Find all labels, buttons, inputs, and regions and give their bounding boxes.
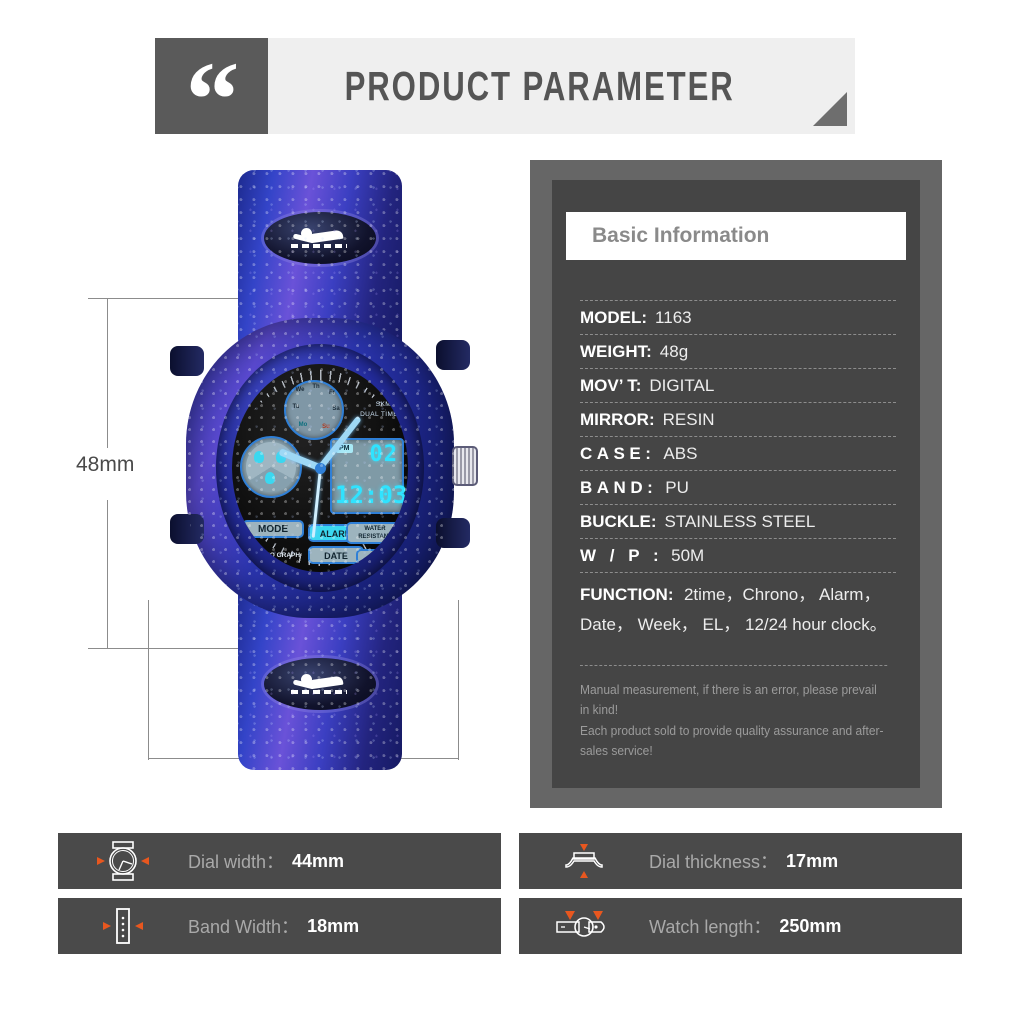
spec-key: FUNCTION: — [580, 585, 674, 604]
disclaimer: Manual measurement, if there is an error… — [580, 664, 888, 763]
watch-dial-thickness-icon — [519, 840, 649, 882]
watch-length-icon — [519, 905, 649, 947]
watch-button-right-bottom — [436, 518, 470, 548]
product-photo-area: 48mm 44mm — [60, 160, 520, 820]
quote-icon: “ — [185, 40, 240, 160]
spec-value-continued: Date， Week， EL， 12/24 hour clock。 — [580, 615, 887, 634]
card-value: 250mm — [779, 915, 842, 936]
page-header: “ PRODUCT PARAMETER — [155, 38, 855, 160]
dial-date-chip: DATE — [308, 546, 364, 564]
lcd-display: PM 02 12:03 — [330, 438, 408, 514]
watch-bezel: SKMEI DUALTIME SKMEI DUAL TIME We Th Fr … — [216, 344, 424, 592]
watch-case: SKMEI DUALTIME SKMEI DUAL TIME We Th Fr … — [170, 318, 478, 618]
spec-row-band: BAND: PU — [580, 470, 896, 504]
watch-dial: SKMEI DUALTIME SKMEI DUAL TIME We Th Fr … — [232, 364, 408, 572]
hand-center-cap — [314, 462, 326, 474]
watch-button-right-top — [436, 340, 470, 370]
dial-tick-marks — [238, 370, 402, 566]
dial-water-resistant-chip: WATER RESISTANT — [346, 521, 404, 544]
left-subdial — [240, 436, 302, 498]
spec-key: MODEL: — [580, 308, 648, 327]
dial-chrono-label: CHRONO GRAPH — [245, 552, 301, 560]
watch-button-left-bottom — [170, 514, 204, 544]
spec-key: BUCKLE: — [580, 512, 657, 531]
quote-mark-box: “ — [155, 38, 268, 160]
disclaimer-line-2: Each product sold to provide quality ass… — [580, 723, 884, 759]
card-band-width: Band Width： 18mm — [58, 898, 501, 954]
feature-card-row-2: Band Width： 18mm Watch length： 250mm — [58, 898, 963, 954]
spec-value: STAINLESS STEEL — [664, 512, 816, 531]
specification-panel-inner: Basic Information MODEL: 1163 WEIGHT: 48… — [552, 180, 920, 788]
spec-value: DIGITAL — [649, 376, 715, 395]
spec-key: MOV’ T: — [580, 376, 642, 395]
spec-key: MIRROR: — [580, 410, 655, 429]
spec-row-movement: MOV’ T: DIGITAL — [580, 368, 896, 402]
spec-key: CASE: — [580, 444, 656, 463]
minute-hand — [317, 415, 362, 470]
spec-row-buckle: BUCKLE: STAINLESS STEEL — [580, 504, 896, 538]
watch-product-image: SKMEI DUALTIME SKMEI DUAL TIME We Th Fr … — [170, 170, 478, 770]
dial-brand-sublabel: DUALTIME — [296, 418, 344, 425]
card-label: Dial width： — [188, 852, 285, 872]
card-label: Band Width： — [188, 917, 300, 937]
card-value: 44mm — [292, 850, 345, 871]
dial-water-depth-chip: 50 — [356, 549, 396, 564]
swimmer-icon-bottom — [291, 671, 349, 697]
dial-mode-chip: MODE — [242, 520, 304, 538]
specification-heading-bar: Basic Information — [566, 212, 906, 260]
specification-rows: MODEL: 1163 WEIGHT: 48g MOV’ T: DIGITAL … — [580, 300, 896, 641]
card-value: 17mm — [786, 850, 839, 871]
card-watch-length: Watch length： 250mm — [519, 898, 962, 954]
spec-row-case: CASE: ABS — [580, 436, 896, 470]
lcd-hour-value: 02 — [369, 442, 398, 467]
spec-value: 48g — [659, 342, 689, 361]
specification-panel: Basic Information MODEL: 1163 WEIGHT: 48… — [530, 160, 942, 808]
card-dial-thickness: Dial thickness： 17mm — [519, 833, 962, 889]
specification-heading: Basic Information — [592, 224, 770, 247]
dim-v-line-lower — [107, 500, 108, 648]
spec-key: WEIGHT: — [580, 342, 652, 361]
header-banner: PRODUCT PARAMETER — [268, 38, 855, 134]
lcd-pm-indicator: PM — [336, 444, 353, 453]
spec-value: RESIN — [662, 410, 715, 429]
dial-alarm-chip: ALARM — [308, 524, 364, 542]
watch-crown — [452, 446, 478, 486]
swimmer-icon — [291, 225, 349, 251]
disclaimer-line-1: Manual measurement, if there is an error… — [580, 682, 877, 718]
spec-value: 2time，Chrono， Alarm， — [683, 585, 881, 604]
spec-value: 50M — [671, 546, 705, 565]
day-wheel-subdial: We Th Fr Tu Sa Mo Su — [284, 380, 344, 440]
spec-row-model: MODEL: 1163 — [580, 300, 896, 334]
spec-row-water-resistance: W / P : 50M — [580, 538, 896, 572]
card-dial-width: Dial width： 44mm — [58, 833, 501, 889]
feature-cards: Dial width： 44mm Dial thickness： 17mm Ba… — [58, 833, 963, 963]
feature-card-row-1: Dial width： 44mm Dial thickness： 17mm — [58, 833, 963, 889]
spec-key: BAND: — [580, 478, 658, 497]
page-title: PRODUCT PARAMETER — [344, 62, 735, 109]
dial-brand-label: SKMEI — [297, 402, 343, 414]
card-label: Dial thickness： — [649, 852, 779, 872]
dim-h-extension-left — [148, 600, 149, 760]
strap-emblem-bottom — [264, 658, 376, 710]
spec-value: 1163 — [655, 308, 692, 327]
spec-row-function: FUNCTION: 2time，Chrono， Alarm， Date， Wee… — [580, 572, 896, 641]
lcd-time-value: 12:03 — [335, 481, 408, 509]
spec-key: W / P : — [580, 546, 664, 565]
card-label: Watch length： — [649, 917, 772, 937]
corner-triangle-icon — [813, 92, 847, 126]
strap-emblem-top — [264, 212, 376, 264]
spec-row-weight: WEIGHT: 48g — [580, 334, 896, 368]
dial-dualtime-right: SKMEI DUAL TIME — [360, 401, 398, 418]
dim-v-line-upper — [107, 298, 108, 448]
second-hand — [311, 467, 322, 538]
watch-button-left-top — [170, 346, 204, 376]
watch-band-width-icon — [58, 905, 188, 947]
hour-hand — [277, 448, 322, 472]
watch-dial-width-icon — [58, 840, 188, 882]
card-value: 18mm — [307, 915, 360, 936]
spec-value: PU — [665, 478, 689, 497]
dimension-height-label: 48mm — [70, 453, 141, 477]
spec-value: ABS — [663, 444, 698, 463]
spec-row-mirror: MIRROR: RESIN — [580, 402, 896, 436]
